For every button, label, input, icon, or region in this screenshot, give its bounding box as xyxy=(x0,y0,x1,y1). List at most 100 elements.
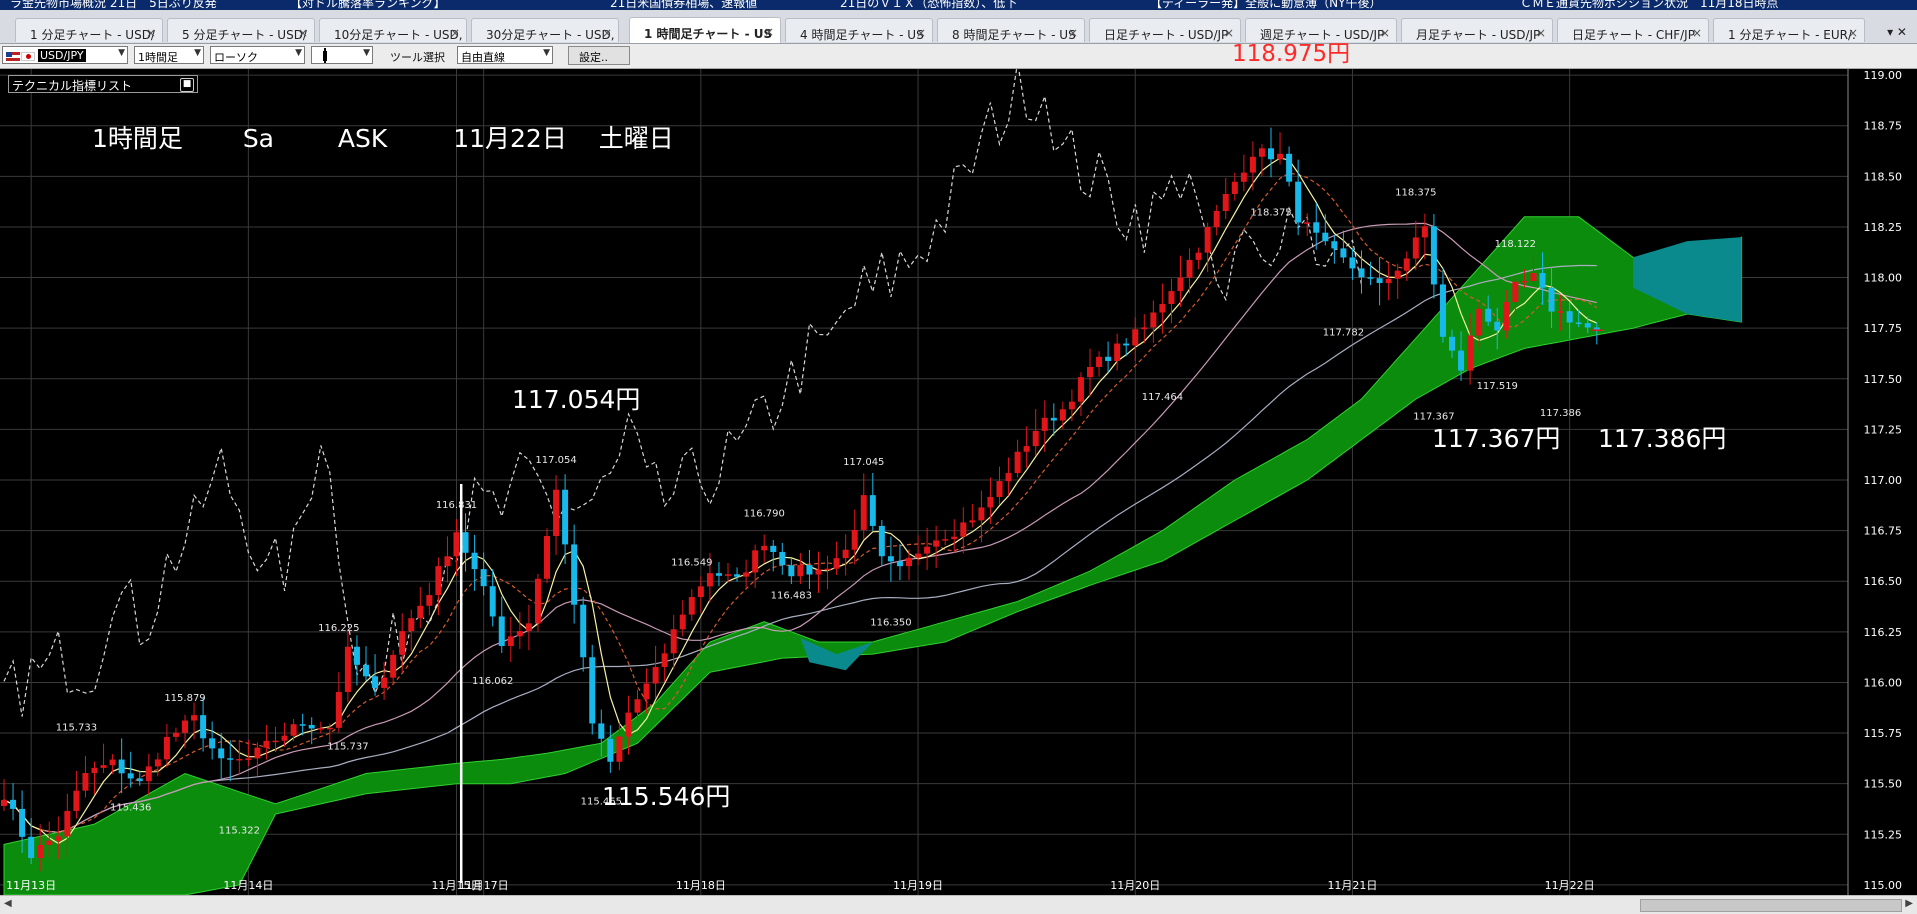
news-item[interactable]: 21日米国債券相場、速報値 xyxy=(610,0,757,10)
scroll-left-icon[interactable]: ◀ xyxy=(4,898,12,909)
timeframe-select[interactable]: 1時間足 ▼ xyxy=(134,46,204,64)
candle-up xyxy=(1,799,7,806)
candle-up xyxy=(652,666,659,684)
news-ticker[interactable]: ラ金先物市場概況 21日 5日ぶり反発 【対ドル騰落率ランキング】 21日米国債… xyxy=(0,0,1917,10)
close-icon[interactable]: × xyxy=(1692,26,1702,40)
candle-down xyxy=(1295,181,1302,223)
candle-up xyxy=(960,522,967,537)
settings-button[interactable]: 設定.. xyxy=(568,46,630,65)
tab-nav-icons[interactable]: ▾ ✕ xyxy=(1887,25,1907,39)
y-tick-label: 116.50 xyxy=(1864,575,1903,588)
close-icon[interactable]: × xyxy=(764,25,774,39)
toggle-icon[interactable]: ■ xyxy=(180,78,194,92)
y-tick-label: 118.00 xyxy=(1864,272,1903,285)
close-icon[interactable]: × xyxy=(1536,26,1546,40)
candle-down xyxy=(562,489,569,545)
candle-down xyxy=(869,495,876,526)
candle-down xyxy=(1358,268,1365,278)
tab-daily-chfjpy[interactable]: 日足チャート - CHF/JP × xyxy=(1557,18,1709,42)
tab-4hour[interactable]: 4 時間足チャート - US × xyxy=(785,18,933,42)
technical-indicator-label: テクニカル指標リスト xyxy=(12,79,133,93)
candle-up xyxy=(1141,327,1148,330)
candle-up xyxy=(254,747,261,759)
candle-down xyxy=(878,525,885,557)
tab-30min[interactable]: 30分足チャート - USD, × xyxy=(471,18,619,42)
price-chart[interactable]: 114.898115.733115.879115.436115.322116.2… xyxy=(0,69,1917,895)
symbol-select[interactable]: USD/JPY ▼ xyxy=(2,46,128,64)
candle-up xyxy=(1277,153,1284,160)
x-date-label: 11月14日 xyxy=(223,879,273,892)
news-item[interactable]: 【ディーラー発】全般に動意薄（NY午後） xyxy=(1150,0,1381,10)
tab-8hour[interactable]: 8 時間足チャート - US × xyxy=(937,18,1085,42)
tab-label: 30分足チャート - USD, xyxy=(486,28,615,42)
technical-indicator-list[interactable]: テクニカル指標リスト ■ xyxy=(8,75,198,93)
scrollbar-thumb[interactable] xyxy=(1640,899,1902,912)
y-tick-label: 117.75 xyxy=(1864,322,1903,335)
y-tick-label: 116.75 xyxy=(1864,525,1903,538)
candle-up xyxy=(1114,343,1121,361)
candle-up xyxy=(752,550,759,573)
candle-up xyxy=(344,646,351,693)
candle-up xyxy=(761,545,768,551)
price-label: 116.831 xyxy=(436,500,477,511)
drawing-tool-value: 自由直線 xyxy=(461,51,505,64)
candle-up xyxy=(272,740,279,743)
close-icon[interactable]: × xyxy=(602,26,612,40)
candle-up xyxy=(163,736,170,760)
news-item[interactable]: 21日のＶＩＸ（恐怖指数）、低下 xyxy=(840,0,1017,10)
candle-up xyxy=(679,614,686,630)
candle-down xyxy=(1548,287,1555,312)
x-date-label: 11月21日 xyxy=(1327,879,1377,892)
candle-style-select[interactable]: ▼ xyxy=(311,46,373,64)
price-label: 116.350 xyxy=(870,618,911,629)
tab-daily[interactable]: 日足チャート - USD/JP × xyxy=(1089,18,1241,42)
candle-up xyxy=(1068,401,1075,410)
drawing-tool-select[interactable]: 自由直線 ▼ xyxy=(457,46,553,64)
price-label: 116.225 xyxy=(318,623,359,634)
chart-type-select[interactable]: ローソク ▼ xyxy=(210,46,305,64)
news-item[interactable]: ＣＭＥ通貨先物ポジション状況 11月18日時点 xyxy=(1520,0,1779,10)
y-tick-label: 115.75 xyxy=(1864,727,1903,740)
news-item[interactable]: ラ金先物市場概況 21日 5日ぶり反発 xyxy=(10,0,217,10)
candle-up xyxy=(145,766,152,782)
tab-5min[interactable]: 5 分足チャート - USD/× xyxy=(167,18,315,42)
chart-canvas[interactable]: 114.898115.733115.879115.436115.322116.2… xyxy=(0,69,1917,895)
y-tick-label: 115.00 xyxy=(1864,879,1903,892)
close-icon[interactable]: × xyxy=(298,26,308,40)
close-icon[interactable]: × xyxy=(146,26,156,40)
candle-up xyxy=(851,529,858,550)
candle-up xyxy=(1087,366,1093,378)
candle-up xyxy=(435,566,442,596)
candle-down xyxy=(218,748,225,759)
news-item[interactable]: 【対ドル騰落率ランキング】 xyxy=(290,0,446,10)
close-icon[interactable]: × xyxy=(1068,26,1078,40)
tab-1min[interactable]: 1 分足チャート - USD/× xyxy=(15,18,163,42)
price-label: 117.386 xyxy=(1540,408,1581,419)
tab-1min-eur[interactable]: 1 分足チャート - EUR/. × xyxy=(1713,18,1865,42)
close-icon[interactable]: × xyxy=(1380,26,1390,40)
candle-down xyxy=(1494,321,1501,331)
annotation-high-red: 118.975円 xyxy=(1232,41,1351,67)
candle-up xyxy=(1249,156,1256,173)
candle-down xyxy=(1349,257,1356,269)
candle-down xyxy=(1485,308,1492,322)
candle-up xyxy=(1150,312,1157,328)
scroll-right-icon[interactable]: ▶ xyxy=(1905,898,1913,909)
candle-down xyxy=(607,738,614,762)
candle-down xyxy=(734,574,741,577)
tab-monthly[interactable]: 月足チャート - USD/JP × xyxy=(1401,18,1553,42)
tab-1hour[interactable]: 1 時間足チャート - US × xyxy=(629,17,781,43)
close-icon[interactable]: × xyxy=(450,26,460,40)
candle-down xyxy=(227,758,234,760)
candle-up xyxy=(1258,148,1265,157)
close-icon[interactable]: × xyxy=(1848,26,1858,40)
price-label: 116.062 xyxy=(472,676,513,687)
candle-up xyxy=(906,557,912,567)
candle-up xyxy=(426,595,433,606)
price-label: 116.790 xyxy=(744,509,785,520)
candle-up xyxy=(915,553,922,558)
x-date-label: 11月18日 xyxy=(676,879,726,892)
horizontal-scrollbar[interactable]: ◀ ▶ xyxy=(0,895,1917,914)
close-icon[interactable]: × xyxy=(916,26,926,40)
tab-10min[interactable]: 10分足チャート - USD, × xyxy=(319,18,467,42)
